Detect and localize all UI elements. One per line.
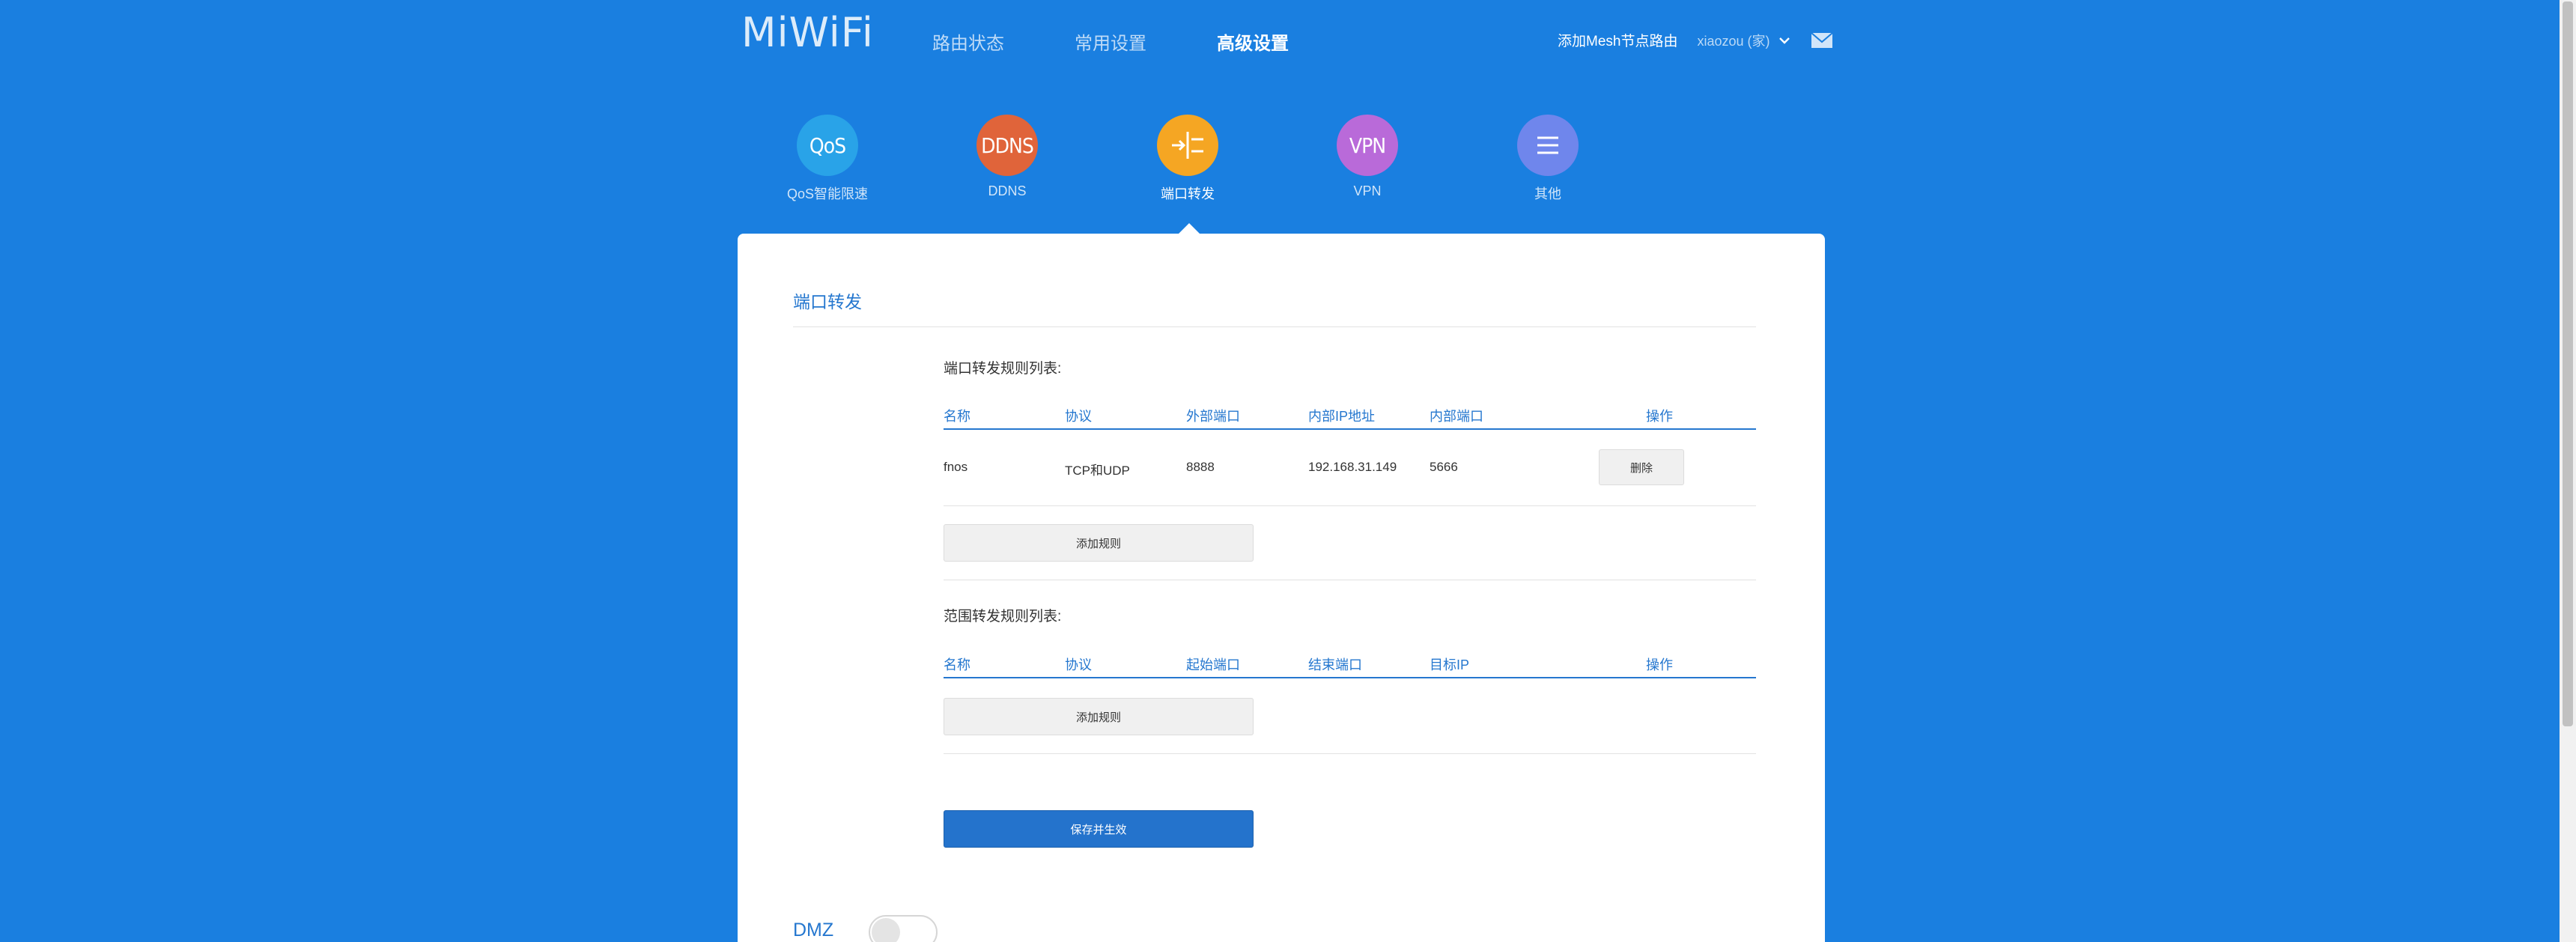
add-range-rule-button[interactable]: 添加规则 — [944, 698, 1254, 735]
port-forward-panel: 端口转发 端口转发规则列表: 名称 协议 外部端口 内部IP地址 内部端口 操作… — [738, 234, 1825, 942]
port-rules-header: 名称 协议 外部端口 内部IP地址 内部端口 操作 — [944, 400, 1756, 430]
column-header: 操作 — [1646, 657, 1673, 672]
save-and-apply-button[interactable]: 保存并生效 — [944, 810, 1254, 848]
rule-internal-ip: 192.168.31.149 — [1308, 460, 1397, 474]
divider — [793, 326, 1756, 327]
feature-label: QoS智能限速 — [786, 186, 869, 201]
column-header: 内部IP地址 — [1308, 409, 1376, 424]
ddns-icon: DDNS — [976, 115, 1038, 176]
user-menu[interactable]: xiaozou (家) — [1697, 31, 1792, 50]
range-rules-title: 范围转发规则列表: — [944, 609, 1062, 625]
add-port-rule-button[interactable]: 添加规则 — [944, 524, 1254, 562]
panel-title: 端口转发 — [793, 292, 862, 312]
column-header: 协议 — [1065, 657, 1092, 672]
feature-vpn[interactable]: VPN VPN — [1278, 115, 1457, 199]
feature-icons: QoS QoS智能限速 DDNS DDNS 端口转发 VPN VPN 其他 — [0, 115, 2576, 204]
port-rules-title: 端口转发规则列表: — [944, 361, 1062, 377]
column-header: 名称 — [944, 657, 970, 672]
rule-external-port: 8888 — [1186, 460, 1215, 474]
range-rules-header: 名称 协议 起始端口 结束端口 目标IP 操作 — [944, 648, 1756, 678]
feature-label: 端口转发 — [1161, 186, 1215, 201]
chevron-down-icon — [1778, 37, 1790, 44]
column-header: 操作 — [1646, 409, 1673, 424]
feature-label: DDNS — [988, 183, 1027, 198]
column-header: 外部端口 — [1186, 409, 1240, 424]
column-header: 目标IP — [1430, 657, 1470, 672]
user-name: xiaozou (家) — [1697, 33, 1770, 49]
table-row: fnos TCP和UDP 8888 192.168.31.149 5666 删除 — [944, 431, 1756, 506]
divider — [944, 753, 1756, 754]
column-header: 内部端口 — [1430, 409, 1483, 424]
scrollbar[interactable] — [2560, 0, 2576, 942]
port-forward-icon — [1157, 115, 1218, 176]
vpn-icon: VPN — [1337, 115, 1398, 176]
column-header: 协议 — [1065, 409, 1092, 424]
nav-router-status[interactable]: 路由状态 — [932, 28, 1004, 55]
feature-port-forward[interactable]: 端口转发 — [1098, 115, 1278, 203]
nav-common-settings[interactable]: 常用设置 — [1075, 28, 1146, 55]
add-mesh-node-link[interactable]: 添加Mesh节点路由 — [1558, 30, 1677, 50]
header-right: 添加Mesh节点路由 xiaozou (家) — [1558, 30, 1833, 50]
feature-label: VPN — [1353, 183, 1382, 198]
column-header: 名称 — [944, 409, 970, 424]
feature-qos[interactable]: QoS QoS智能限速 — [738, 115, 917, 203]
rule-name: fnos — [944, 460, 968, 474]
feature-label: 其他 — [1534, 186, 1561, 201]
menu-icon — [1517, 115, 1579, 176]
top-nav: 路由状态 常用设置 高级设置 — [932, 28, 1359, 55]
column-header: 结束端口 — [1308, 657, 1362, 672]
dmz-toggle[interactable] — [869, 915, 938, 942]
active-feature-pointer — [1179, 223, 1200, 234]
feature-other[interactable]: 其他 — [1458, 115, 1638, 203]
toggle-knob — [872, 918, 900, 942]
miwifi-logo[interactable]: MiWiFi — [741, 9, 874, 56]
rule-internal-port: 5666 — [1430, 460, 1458, 474]
nav-advanced-settings[interactable]: 高级设置 — [1217, 28, 1289, 55]
dmz-label: DMZ — [793, 920, 834, 941]
scrollbar-thumb[interactable] — [2563, 1, 2573, 726]
qos-icon: QoS — [797, 115, 858, 176]
delete-rule-button[interactable]: 删除 — [1599, 449, 1684, 485]
rule-protocol: TCP和UDP — [1065, 464, 1130, 478]
page-background: MiWiFi 路由状态 常用设置 高级设置 添加Mesh节点路由 xiaozou… — [0, 0, 2576, 942]
mail-icon[interactable] — [1810, 31, 1833, 49]
feature-ddns[interactable]: DDNS DDNS — [917, 115, 1097, 199]
column-header: 起始端口 — [1186, 657, 1240, 672]
